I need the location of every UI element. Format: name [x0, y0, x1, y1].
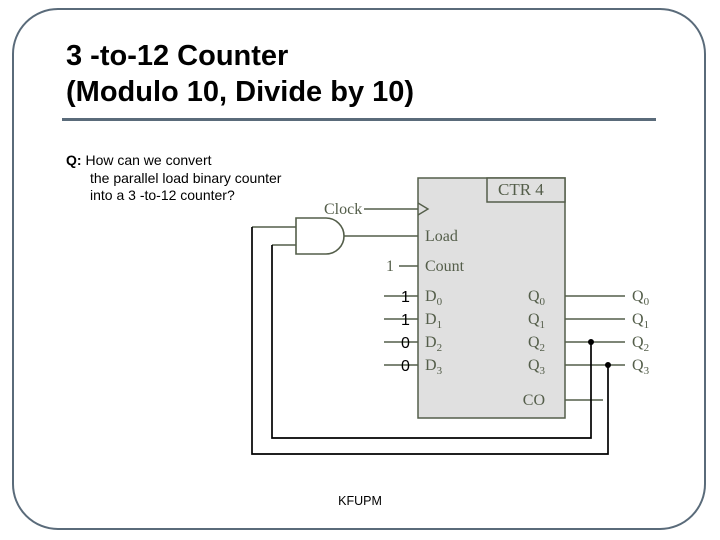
- load-label: Load: [425, 228, 458, 245]
- q1-outer: Q1: [632, 311, 649, 331]
- q0-outer: Q0: [632, 288, 650, 308]
- footer: KFUPM: [0, 494, 720, 508]
- and-gate: [296, 218, 344, 254]
- count-label: Count: [425, 258, 465, 275]
- d-input-values: 1 1 0 0: [401, 286, 410, 378]
- q3-outer: Q3: [632, 357, 650, 377]
- d3-value: 0: [401, 355, 410, 378]
- d1-value: 1: [401, 309, 410, 332]
- d0-value: 1: [401, 286, 410, 309]
- count-tie: 1: [386, 258, 394, 275]
- d2-value: 0: [401, 332, 410, 355]
- circuit-diagram: CTR 4 Clock Load 1 Count D0 D1 D2 D3 Q0 …: [0, 0, 720, 540]
- clock-label: Clock: [324, 201, 362, 218]
- counter-header-label: CTR 4: [498, 180, 544, 199]
- co-label: CO: [523, 392, 545, 409]
- q2-outer: Q2: [632, 334, 649, 354]
